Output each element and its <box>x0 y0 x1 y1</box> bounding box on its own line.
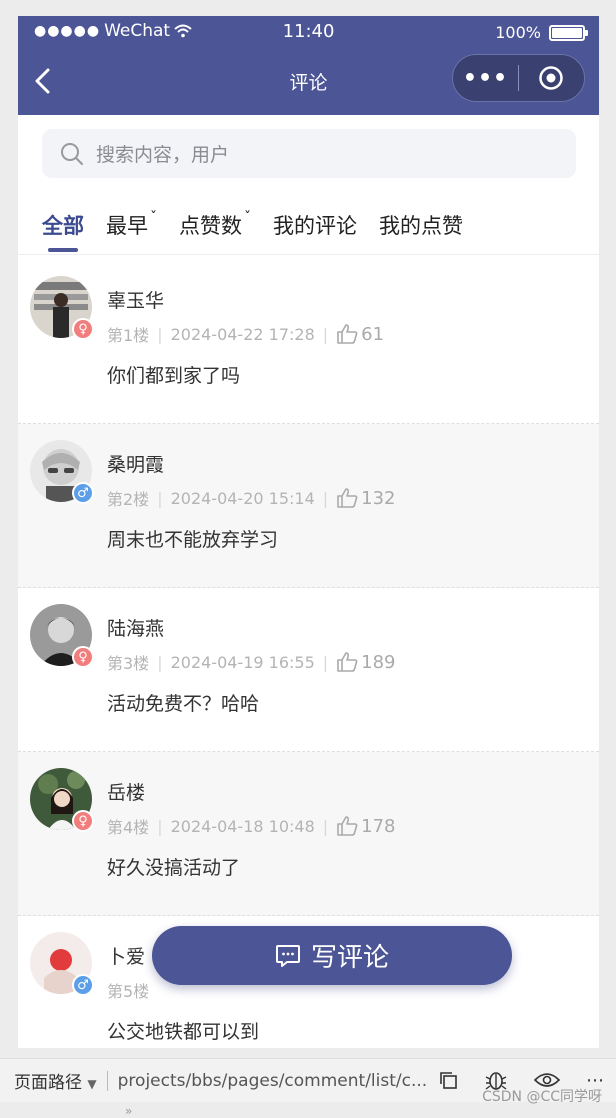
comment-item[interactable]: ♀ 陆海燕 第3楼 | 2024-04-19 16:55 | 189 活动免费不？哈… <box>18 588 599 752</box>
page-path-value: projects/bbs/pages/comment/list/c... <box>106 1070 427 1091</box>
female-icon: ♀ <box>72 646 94 668</box>
tab-my-comments[interactable]: 我的评论 <box>273 202 357 252</box>
search-icon <box>61 142 83 165</box>
comment-content: 活动免费不？哈哈 <box>107 693 260 715</box>
csdn-watermark: CSDN @CC同学呀 <box>482 1089 602 1105</box>
male-icon: ♂ <box>72 482 94 504</box>
tab-earliest[interactable]: 最早 ˇ <box>106 202 157 252</box>
comment-meta: 第1楼 | 2024-04-22 17:28 | 61 <box>107 322 384 346</box>
tab-my-likes[interactable]: 我的点赞 <box>379 202 463 252</box>
more-menu-button[interactable]: ••• <box>453 66 518 91</box>
like-button[interactable]: 189 <box>336 651 396 673</box>
comment-time: 2024-04-20 15:14 <box>170 488 315 508</box>
like-button[interactable]: 178 <box>336 815 396 837</box>
chevron-down-icon: ▼ <box>87 1077 97 1091</box>
like-count: 178 <box>361 815 396 837</box>
comment-time: 2024-04-22 17:28 <box>170 324 315 344</box>
comment-item[interactable]: ♂ 桑明霞 第2楼 | 2024-04-20 15:14 | 132 周末也不能放弃… <box>18 424 599 588</box>
comment-content: 公交地铁都可以到 <box>107 1021 260 1043</box>
floor-number: 第5楼 <box>107 982 150 1001</box>
meta-divider: | <box>322 816 329 836</box>
comment-time: 2024-04-19 16:55 <box>170 652 315 672</box>
comment-meta: 第2楼 | 2024-04-20 15:14 | 132 <box>107 486 396 510</box>
target-close-icon <box>539 66 564 90</box>
like-button[interactable]: 61 <box>336 324 384 345</box>
phone-screen: ●●●●● WeChat 11:40 100% 评论 ••• 搜索内容，用户 全… <box>18 16 599 1048</box>
thumbs-up-icon <box>337 652 358 672</box>
meta-divider: | <box>157 652 163 672</box>
tab-likes-count[interactable]: 点赞数 ˇ <box>179 202 251 252</box>
write-comment-button[interactable]: 写评论 <box>152 926 512 985</box>
like-count: 61 <box>361 323 385 345</box>
comment-item[interactable]: ♀ 岳楼 第4楼 | 2024-04-18 10:48 | 178 好久没搞活动了 <box>18 752 599 916</box>
commenter-name[interactable]: 陆海燕 <box>107 614 164 641</box>
status-bar: ●●●●● WeChat 11:40 100% <box>18 16 599 48</box>
expand-chevron-icon[interactable]: » <box>125 1104 132 1118</box>
menu-capsule: ••• <box>452 54 585 102</box>
comment-content: 好久没搞活动了 <box>107 857 241 879</box>
close-miniprogram-button[interactable] <box>519 65 584 91</box>
page-path-dropdown[interactable]: 页面路径 ▼ <box>14 1068 97 1093</box>
commenter-name[interactable]: 桑明霞 <box>107 450 164 477</box>
comment-meta: 第4楼 | 2024-04-18 10:48 | 178 <box>107 814 396 838</box>
tab-divider <box>18 254 599 255</box>
commenter-name[interactable]: 辜玉华 <box>107 286 164 313</box>
search-input[interactable]: 搜索内容，用户 <box>42 129 576 178</box>
filter-tabs: 全部 最早 ˇ 点赞数 ˇ 我的评论 我的点赞 <box>42 202 485 252</box>
floor-number: 第3楼 <box>107 654 150 673</box>
comment-meta: 第5楼 <box>107 978 149 1002</box>
comment-item[interactable]: ♀ 辜玉华 第1楼 | 2024-04-22 17:28 | 61 你们都到家了吗 <box>18 260 599 424</box>
meta-divider: | <box>322 652 329 672</box>
tab-likes-label: 点赞数 <box>179 214 242 238</box>
male-icon: ♂ <box>72 974 94 996</box>
female-icon: ♀ <box>72 810 94 832</box>
comment-time: 2024-04-18 10:48 <box>170 816 315 836</box>
tab-all[interactable]: 全部 <box>42 202 84 252</box>
page-path-label: 页面路径 <box>14 1073 82 1093</box>
floor-number: 第1楼 <box>107 326 150 345</box>
meta-divider: | <box>157 816 163 836</box>
battery-info: 100% <box>495 23 588 42</box>
floor-number: 第4楼 <box>107 818 150 837</box>
female-icon: ♀ <box>72 318 94 340</box>
comment-content: 你们都到家了吗 <box>107 365 241 387</box>
meta-divider: | <box>322 488 329 508</box>
write-comment-label: 写评论 <box>310 943 389 973</box>
like-count: 189 <box>361 651 396 673</box>
tab-my-comments-label: 我的评论 <box>273 214 357 238</box>
floor-number: 第2楼 <box>107 490 150 509</box>
like-count: 132 <box>361 487 396 509</box>
search-placeholder: 搜索内容，用户 <box>96 144 230 166</box>
commenter-name[interactable]: 岳楼 <box>107 778 145 805</box>
commenter-name[interactable]: 卜爱 <box>107 942 145 969</box>
tab-my-likes-label: 我的点赞 <box>379 214 463 238</box>
meta-divider: | <box>322 324 329 344</box>
tab-all-label: 全部 <box>42 214 84 238</box>
meta-divider: | <box>157 324 163 344</box>
battery-icon <box>549 24 588 41</box>
navigation-bar: 评论 ••• <box>18 48 599 115</box>
like-button[interactable]: 132 <box>336 487 396 509</box>
comment-content: 周末也不能放弃学习 <box>107 529 279 551</box>
comment-icon <box>275 944 300 967</box>
thumbs-up-icon <box>337 324 358 344</box>
sort-caret-icon: ˇ <box>150 210 157 226</box>
thumbs-up-icon <box>337 488 358 508</box>
tab-earliest-label: 最早 <box>106 214 148 238</box>
meta-divider: | <box>157 488 163 508</box>
comment-meta: 第3楼 | 2024-04-19 16:55 | 189 <box>107 650 396 674</box>
copy-icon[interactable] <box>438 1070 458 1090</box>
battery-percent: 100% <box>495 23 541 42</box>
sort-caret-icon: ˇ <box>244 210 251 226</box>
thumbs-up-icon <box>337 816 358 836</box>
